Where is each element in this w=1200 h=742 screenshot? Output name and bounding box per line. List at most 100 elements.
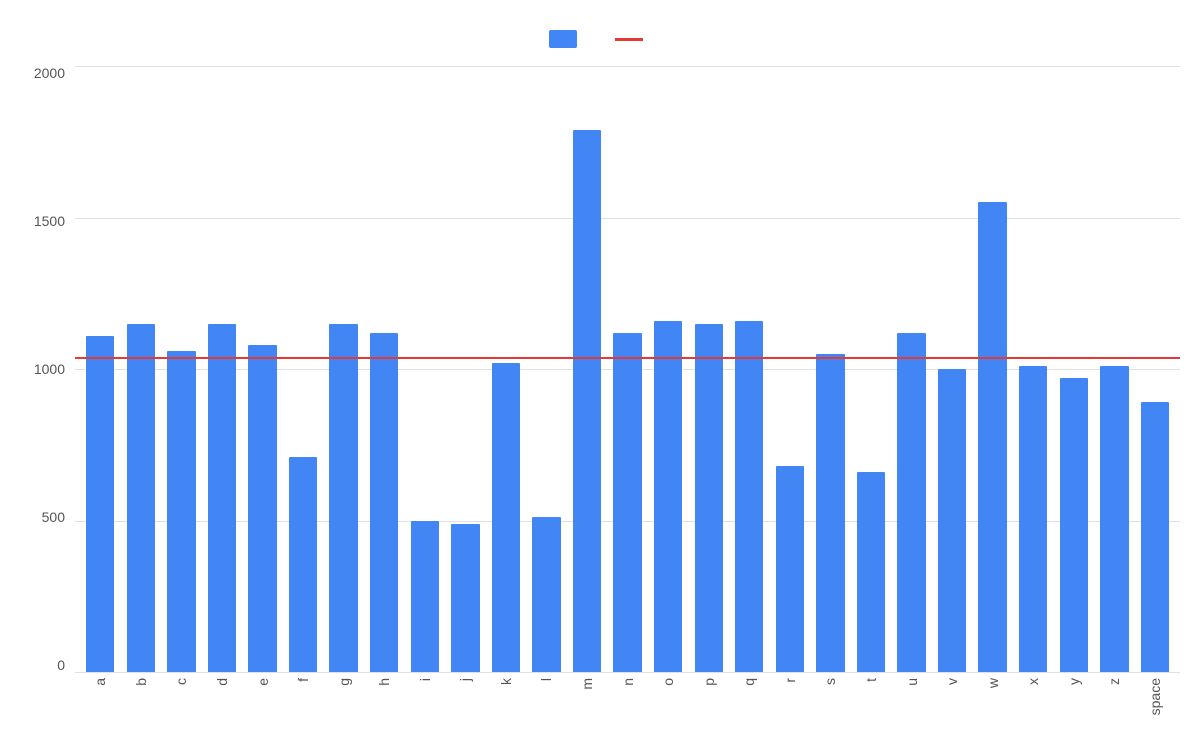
bar: [86, 336, 114, 672]
bar-group: [161, 66, 202, 672]
bar: [411, 521, 439, 673]
x-label-group: k: [486, 672, 527, 732]
legend-item-bar: [549, 30, 585, 48]
y-axis: 2000150010005000: [20, 66, 75, 732]
bar-group: [486, 66, 527, 672]
x-label-group: c: [161, 672, 202, 732]
bar-group: [445, 66, 486, 672]
x-label-group: v: [932, 672, 973, 732]
x-label-group: t: [851, 672, 892, 732]
x-label-group: r: [770, 672, 811, 732]
bar: [451, 524, 479, 672]
bar: [938, 369, 966, 672]
bar-group: [729, 66, 770, 672]
bar: [1141, 402, 1169, 672]
bar: [613, 333, 641, 672]
x-label-group: w: [972, 672, 1013, 732]
x-axis-label: l: [538, 678, 554, 681]
x-axis-label: g: [336, 678, 352, 686]
x-axis-label: u: [904, 678, 920, 686]
bar: [1060, 378, 1088, 672]
grid-line: [75, 672, 1180, 673]
bar-group: [851, 66, 892, 672]
bar: [167, 351, 195, 672]
x-label-group: x: [1013, 672, 1054, 732]
bar: [735, 321, 763, 672]
bar-group: [323, 66, 364, 672]
y-axis-label: 1500: [34, 214, 65, 228]
bar-group: [526, 66, 567, 672]
bar: [532, 517, 560, 672]
chart-container: 2000150010005000 abcdefghijklmnopqrstuvw…: [0, 0, 1200, 742]
bar: [573, 130, 601, 672]
x-axis-label: s: [822, 678, 838, 685]
chart-area: 2000150010005000 abcdefghijklmnopqrstuvw…: [20, 66, 1180, 732]
bar-group: [405, 66, 446, 672]
bar-group: [1135, 66, 1176, 672]
bar: [127, 324, 155, 672]
bar: [208, 324, 236, 672]
bar-group: [567, 66, 608, 672]
grid-and-bars: [75, 66, 1180, 672]
x-axis-label: t: [863, 678, 879, 682]
x-label-group: g: [323, 672, 364, 732]
bar-group: [688, 66, 729, 672]
x-label-group: n: [607, 672, 648, 732]
legend-bar-icon: [549, 30, 577, 48]
x-axis: abcdefghijklmnopqrstuvwxyzspace: [75, 672, 1180, 732]
x-label-group: d: [202, 672, 243, 732]
x-label-group: u: [891, 672, 932, 732]
x-axis-label: i: [417, 678, 433, 681]
legend-item-line: [615, 38, 651, 41]
legend: [549, 30, 651, 48]
bar: [776, 466, 804, 672]
bar-group: [283, 66, 324, 672]
bar-group: [1013, 66, 1054, 672]
x-label-group: y: [1054, 672, 1095, 732]
bar-group: [80, 66, 121, 672]
x-axis-label: e: [255, 678, 271, 686]
x-axis-label: j: [457, 678, 473, 681]
x-axis-label: q: [741, 678, 757, 686]
bar: [289, 457, 317, 672]
bar: [370, 333, 398, 672]
y-axis-label: 1000: [34, 362, 65, 376]
bar-group: [1094, 66, 1135, 672]
x-axis-label: x: [1025, 678, 1041, 685]
x-label-group: i: [405, 672, 446, 732]
x-label-group: z: [1094, 672, 1135, 732]
x-axis-label: h: [376, 678, 392, 686]
bar-group: [932, 66, 973, 672]
plot-area: abcdefghijklmnopqrstuvwxyzspace: [75, 66, 1180, 732]
bar: [857, 472, 885, 672]
bar-group: [648, 66, 689, 672]
average-line: [75, 357, 1180, 359]
bar: [329, 324, 357, 672]
bar: [978, 202, 1006, 672]
bar-group: [202, 66, 243, 672]
x-label-group: m: [567, 672, 608, 732]
x-label-group: l: [526, 672, 567, 732]
x-label-group: h: [364, 672, 405, 732]
x-label-group: j: [445, 672, 486, 732]
x-axis-label: k: [498, 678, 514, 685]
x-axis-label: f: [295, 678, 311, 682]
bar-group: [770, 66, 811, 672]
bar: [897, 333, 925, 672]
x-axis-label: v: [944, 678, 960, 685]
bar: [1019, 366, 1047, 672]
x-label-group: a: [80, 672, 121, 732]
bar: [248, 345, 276, 672]
x-label-group: f: [283, 672, 324, 732]
bar: [695, 324, 723, 672]
x-axis-label: n: [620, 678, 636, 686]
y-axis-label: 2000: [34, 66, 65, 80]
x-axis-label: y: [1066, 678, 1082, 685]
x-axis-label: z: [1106, 678, 1122, 685]
x-axis-label: o: [660, 678, 676, 686]
x-label-group: e: [242, 672, 283, 732]
x-axis-label: m: [579, 678, 595, 690]
bar-group: [972, 66, 1013, 672]
x-label-group: q: [729, 672, 770, 732]
bar-group: [242, 66, 283, 672]
